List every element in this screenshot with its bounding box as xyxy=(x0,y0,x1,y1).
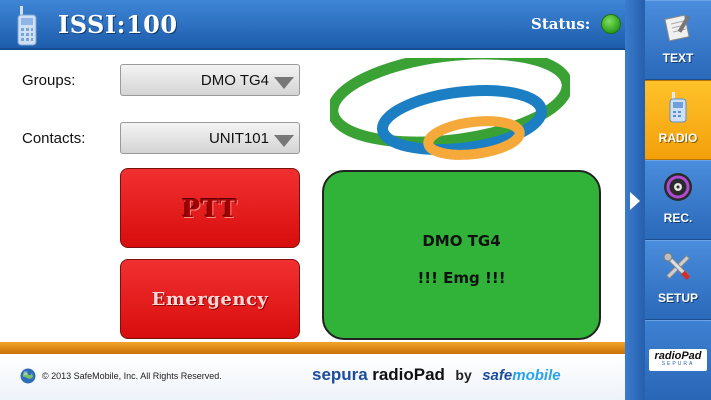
sidebar-item-radio[interactable]: RADIO xyxy=(645,80,711,160)
brand-safe: safe xyxy=(482,367,513,384)
sidebar-item-setup[interactable]: SETUP xyxy=(645,240,711,320)
brand-by: by xyxy=(455,367,472,383)
sidebar-item-label: RADIO xyxy=(658,131,698,145)
radio-icon xyxy=(669,92,687,123)
contacts-dropdown[interactable]: UNIT101 xyxy=(120,122,300,154)
header-bar: ISSI:100 Status: xyxy=(0,0,625,50)
status-label: Status: xyxy=(531,15,591,33)
emergency-button[interactable]: Emergency xyxy=(120,259,300,339)
copyright-text: © 2013 SafeMobile, Inc. All Rights Reser… xyxy=(42,371,222,381)
contacts-dropdown-value: UNIT101 xyxy=(208,130,269,147)
sidebar-item-label: TEXT xyxy=(662,51,694,65)
groups-dropdown-value: DMO TG4 xyxy=(200,72,269,89)
active-group-text: DMO TG4 xyxy=(422,232,501,250)
sidebar-item-label: REC. xyxy=(663,211,693,225)
chevron-down-icon xyxy=(274,135,294,147)
emergency-button-label: Emergency xyxy=(151,288,269,310)
ptt-button-label: PTT xyxy=(182,193,238,223)
radiopad-logo: radioPad SEPURA xyxy=(649,349,707,371)
chevron-right-icon xyxy=(630,192,640,210)
groups-label: Groups: xyxy=(22,72,76,89)
ptt-button[interactable]: PTT xyxy=(120,168,300,248)
emergency-message-text: !!! Emg !!! xyxy=(417,269,506,287)
radiopad-logo-subtext: SEPURA xyxy=(661,361,695,367)
sidebar-item-text[interactable]: TEXT xyxy=(645,0,711,80)
disc-icon xyxy=(664,173,692,201)
groups-dropdown[interactable]: DMO TG4 xyxy=(120,64,300,96)
radiopad-brand: radioPad SEPURA xyxy=(645,320,711,400)
footer-bar: © 2013 SafeMobile, Inc. All Rights Reser… xyxy=(0,354,625,400)
sidebar-toggle[interactable] xyxy=(625,0,645,400)
brand-mobile: mobile xyxy=(512,367,561,384)
safemobile-logo xyxy=(330,50,570,160)
globe-icon xyxy=(20,368,36,384)
notepad-icon xyxy=(664,14,691,42)
brand-radiopad: radioPad xyxy=(372,365,445,384)
sidebar-item-label: SETUP xyxy=(657,291,698,305)
tools-icon xyxy=(663,252,691,280)
chevron-down-icon xyxy=(274,77,294,89)
sidebar: TEXT RADIO REC. SETUP radioPad SEPURA xyxy=(645,0,711,400)
footer-stripe xyxy=(0,342,625,354)
radio-handset-icon xyxy=(17,6,37,46)
status-indicator xyxy=(601,14,621,34)
footer-brand: sepura radioPad by safemobile xyxy=(312,365,561,385)
brand-sepura: sepura xyxy=(312,365,368,384)
issi-title: ISSI:100 xyxy=(58,10,178,39)
contacts-label: Contacts: xyxy=(22,130,86,147)
call-status-panel: DMO TG4 !!! Emg !!! xyxy=(322,170,601,340)
sidebar-item-rec[interactable]: REC. xyxy=(645,160,711,240)
